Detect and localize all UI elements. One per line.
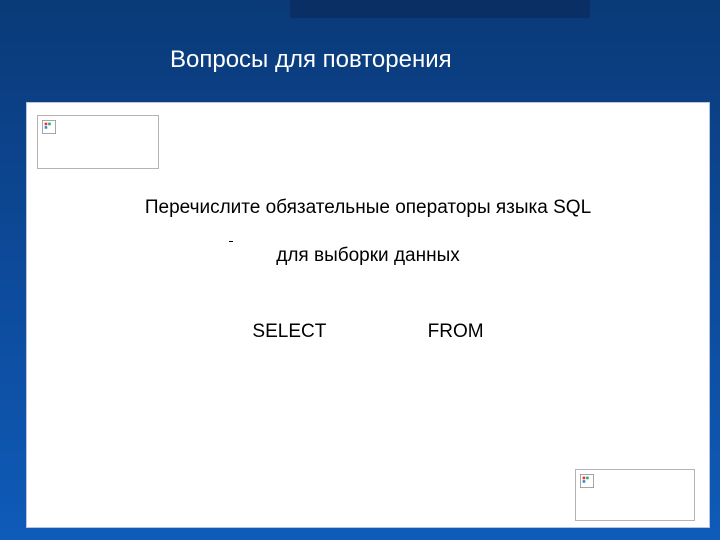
broken-image-icon xyxy=(580,474,594,488)
slide-title: Вопросы для повторения xyxy=(170,46,452,74)
answer-from: FROM xyxy=(428,321,484,343)
image-placeholder-top xyxy=(37,115,159,169)
content-area: Перечислите обязательные операторы языка… xyxy=(26,102,710,528)
question-line-1: Перечислите обязательные операторы языка… xyxy=(27,197,709,219)
image-placeholder-bottom xyxy=(575,469,695,521)
slide-background: Вопросы для повторения Перечислите обяза… xyxy=(0,0,720,540)
question-line-2: для выборки данных xyxy=(27,245,709,267)
answers-row: SELECT FROM xyxy=(27,321,709,343)
title-bar: Вопросы для повторения xyxy=(0,18,720,102)
top-accent-shape xyxy=(290,0,590,18)
decorative-dot xyxy=(229,241,233,242)
broken-image-icon xyxy=(42,120,56,134)
answer-select: SELECT xyxy=(252,321,326,343)
